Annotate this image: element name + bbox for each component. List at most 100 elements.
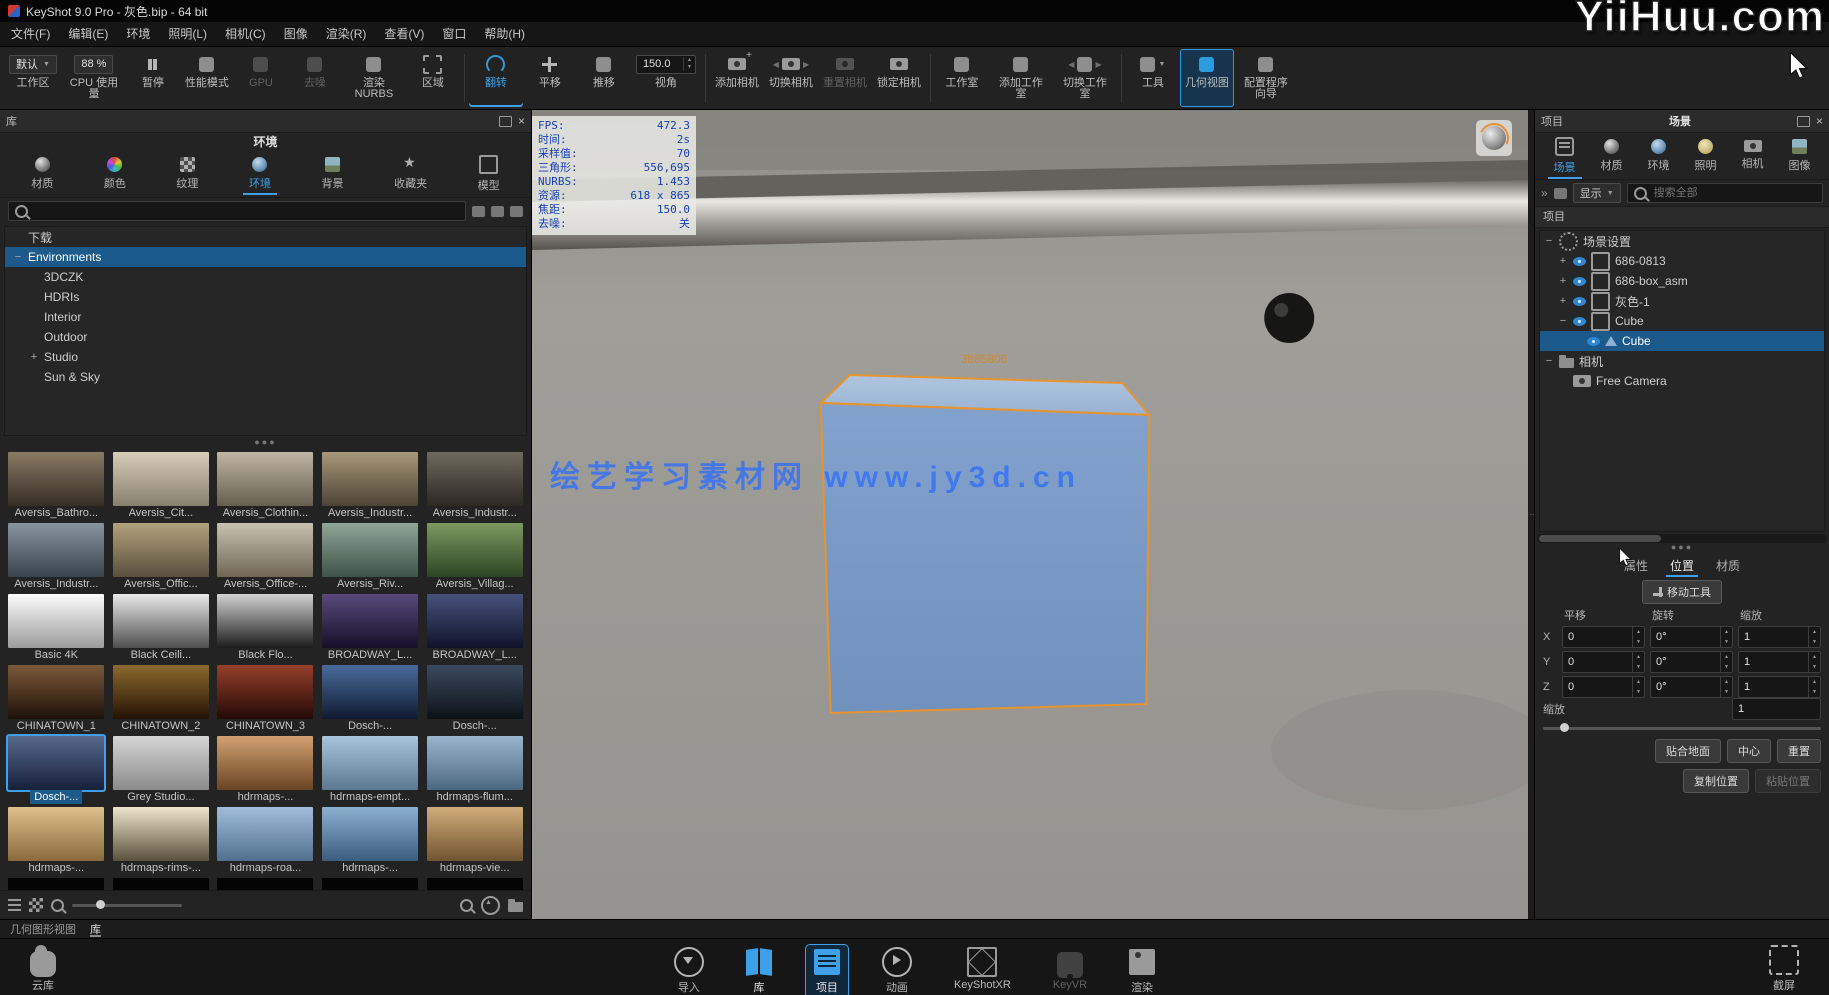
library-tree-item[interactable]: Interior (5, 307, 526, 327)
add-folder-icon[interactable] (472, 206, 485, 217)
toolbar-tools[interactable]: ▼工具 (1126, 49, 1180, 107)
library-search-input[interactable] (33, 204, 459, 218)
environment-thumbnail[interactable]: Dosch-... (320, 665, 421, 733)
viewport-3d[interactable]: FPS:472.3时间:2s采样值:70三角形:556,695NURBS:1.4… (532, 110, 1528, 919)
undock-icon[interactable] (499, 116, 512, 127)
transform-field[interactable]: 0°▲▼ (1650, 676, 1733, 698)
project-search-box[interactable] (1627, 183, 1823, 203)
visibility-eye-icon[interactable] (1573, 317, 1586, 326)
spin-up-icon[interactable]: ▲ (1809, 652, 1820, 662)
project-tab-material[interactable]: 材质 (1595, 136, 1629, 177)
toolbar-pause[interactable]: 暂停 (126, 49, 180, 107)
environment-thumbnail[interactable]: Aversis_Office-... (215, 523, 316, 591)
environment-thumbnail[interactable]: Aversis_Riv... (320, 523, 421, 591)
environment-widget[interactable] (1476, 120, 1512, 156)
spin-up-icon[interactable]: ▲ (1721, 627, 1732, 637)
close-icon[interactable]: × (518, 115, 525, 127)
expander-icon[interactable]: − (1544, 235, 1554, 247)
thumbnail-size-slider[interactable] (72, 904, 182, 907)
library-tab-environment[interactable]: 环境 (243, 154, 277, 195)
dock-project-doc[interactable]: 项目 (806, 945, 848, 995)
scene-tree-item[interactable]: −Cube (1540, 311, 1824, 331)
environment-thumbnail[interactable] (320, 878, 421, 890)
paste-position-button[interactable]: 粘贴位置 (1755, 769, 1821, 793)
menu-item-4[interactable]: 相机(C) (216, 22, 275, 46)
dock-render[interactable]: 渲染 (1121, 945, 1163, 995)
environment-thumbnail[interactable]: CHINATOWN_1 (6, 665, 107, 733)
sync-library-icon[interactable] (491, 206, 504, 217)
spin-down-icon[interactable]: ▼ (1809, 637, 1820, 647)
library-tab-material-sphere[interactable]: 材质 (25, 154, 59, 195)
library-tab-texture[interactable]: 纹理 (170, 154, 204, 195)
bottom-view-tab[interactable]: 库 (90, 921, 101, 937)
spin-up-icon[interactable]: ▲ (1633, 652, 1644, 662)
environment-thumbnail[interactable]: Aversis_Industr... (424, 452, 525, 520)
menu-item-9[interactable]: 帮助(H) (475, 22, 534, 46)
prev-arrow-icon[interactable]: ◀ (773, 60, 779, 69)
menu-item-1[interactable]: 编辑(E) (59, 22, 117, 46)
environment-thumbnail[interactable]: Aversis_Clothin... (215, 452, 316, 520)
expander-icon[interactable]: + (29, 351, 39, 363)
environment-thumbnail[interactable]: CHINATOWN_2 (111, 665, 212, 733)
library-tree-item[interactable]: 3DCZK (5, 267, 526, 287)
spin-up-icon[interactable]: ▲ (1633, 627, 1644, 637)
environment-thumbnail[interactable]: hdrmaps-rims-... (111, 807, 212, 875)
spin-down-icon[interactable]: ▼ (1633, 687, 1644, 697)
scrollbar-thumb[interactable] (1539, 535, 1661, 542)
environment-thumbnail[interactable]: CHINATOWN_3 (215, 665, 316, 733)
spin-up-icon[interactable]: ▲ (1809, 677, 1820, 687)
library-tree-item[interactable]: Outdoor (5, 327, 526, 347)
move-tool-button[interactable]: 移动工具 (1642, 580, 1722, 604)
environment-thumbnail[interactable]: Dosch-... (424, 665, 525, 733)
filter-icon[interactable] (1554, 188, 1567, 199)
toolbar-nurbs[interactable]: 渲染NURBS (342, 49, 406, 107)
menu-item-7[interactable]: 查看(V) (375, 22, 433, 46)
library-tree-item[interactable]: 下载 (5, 227, 526, 247)
cube-front-face[interactable] (821, 403, 1150, 713)
toolbar-lock-camera[interactable]: 锁定相机 (872, 49, 926, 107)
menu-item-2[interactable]: 环境 (117, 22, 159, 46)
transform-field[interactable]: 0°▲▼ (1650, 626, 1733, 648)
menu-item-5[interactable]: 图像 (275, 22, 317, 46)
panel-splitter[interactable]: ●●● (1535, 543, 1829, 553)
scene-tree-item[interactable]: +灰色-1 (1540, 291, 1824, 311)
scene-tree-item[interactable]: Free Camera (1540, 371, 1824, 391)
environment-thumbnail[interactable]: hdrmaps-vie... (424, 807, 525, 875)
toolbar-region[interactable]: 区域 (406, 49, 460, 107)
toolbar-performance[interactable]: 性能模式 (180, 49, 234, 107)
environment-thumbnail[interactable] (6, 878, 107, 890)
refresh-icon[interactable] (510, 206, 523, 217)
toolbar-pan[interactable]: 平移 (523, 49, 577, 107)
project-tab-environment[interactable]: 环境 (1642, 136, 1676, 177)
spin-down-icon[interactable]: ▼ (1809, 687, 1820, 697)
environment-thumbnail[interactable]: Dosch-... (6, 736, 107, 804)
library-tree-item[interactable]: HDRIs (5, 287, 526, 307)
transform-field[interactable]: 0▲▼ (1562, 676, 1645, 698)
transform-field[interactable]: 1▲▼ (1738, 626, 1821, 648)
environment-thumbnail[interactable]: Aversis_Industr... (320, 452, 421, 520)
project-tab-scene[interactable]: 场景 (1548, 134, 1582, 179)
library-tree-item[interactable]: +Studio (5, 347, 526, 367)
zoom-in-icon[interactable] (460, 899, 473, 912)
transform-field[interactable]: 1▲▼ (1738, 651, 1821, 673)
toolbar-workspace[interactable]: 默认▼工作区 (4, 49, 62, 107)
environment-thumbnail[interactable]: hdrmaps-... (215, 736, 316, 804)
environment-thumbnail[interactable] (424, 878, 525, 890)
environment-thumbnail[interactable]: Aversis_Villag... (424, 523, 525, 591)
expander-icon[interactable]: − (1558, 315, 1568, 327)
spin-up-icon[interactable]: ▲ (1721, 677, 1732, 687)
visibility-eye-icon[interactable] (1573, 297, 1586, 306)
copy-position-button[interactable]: 复制位置 (1683, 769, 1749, 793)
expander-icon[interactable]: − (13, 251, 23, 263)
toolbar-tumble[interactable]: 翻转 (469, 49, 523, 107)
transform-field[interactable]: 1▲▼ (1738, 676, 1821, 698)
close-icon[interactable]: × (1816, 115, 1823, 127)
toolbar-dolly[interactable]: 推移 (577, 49, 631, 107)
library-tree-item[interactable]: Sun & Sky (5, 367, 526, 387)
expander-icon[interactable]: − (1544, 355, 1554, 367)
spin-down-icon[interactable]: ▼ (1633, 662, 1644, 672)
dock-screenshot[interactable]: 截屏 (1761, 943, 1807, 995)
environment-thumbnail[interactable]: BROADWAY_L... (424, 594, 525, 662)
toolbar-switch-camera[interactable]: ◀▶切换相机 (764, 49, 818, 107)
properties-tab[interactable]: 位置 (1666, 555, 1698, 577)
